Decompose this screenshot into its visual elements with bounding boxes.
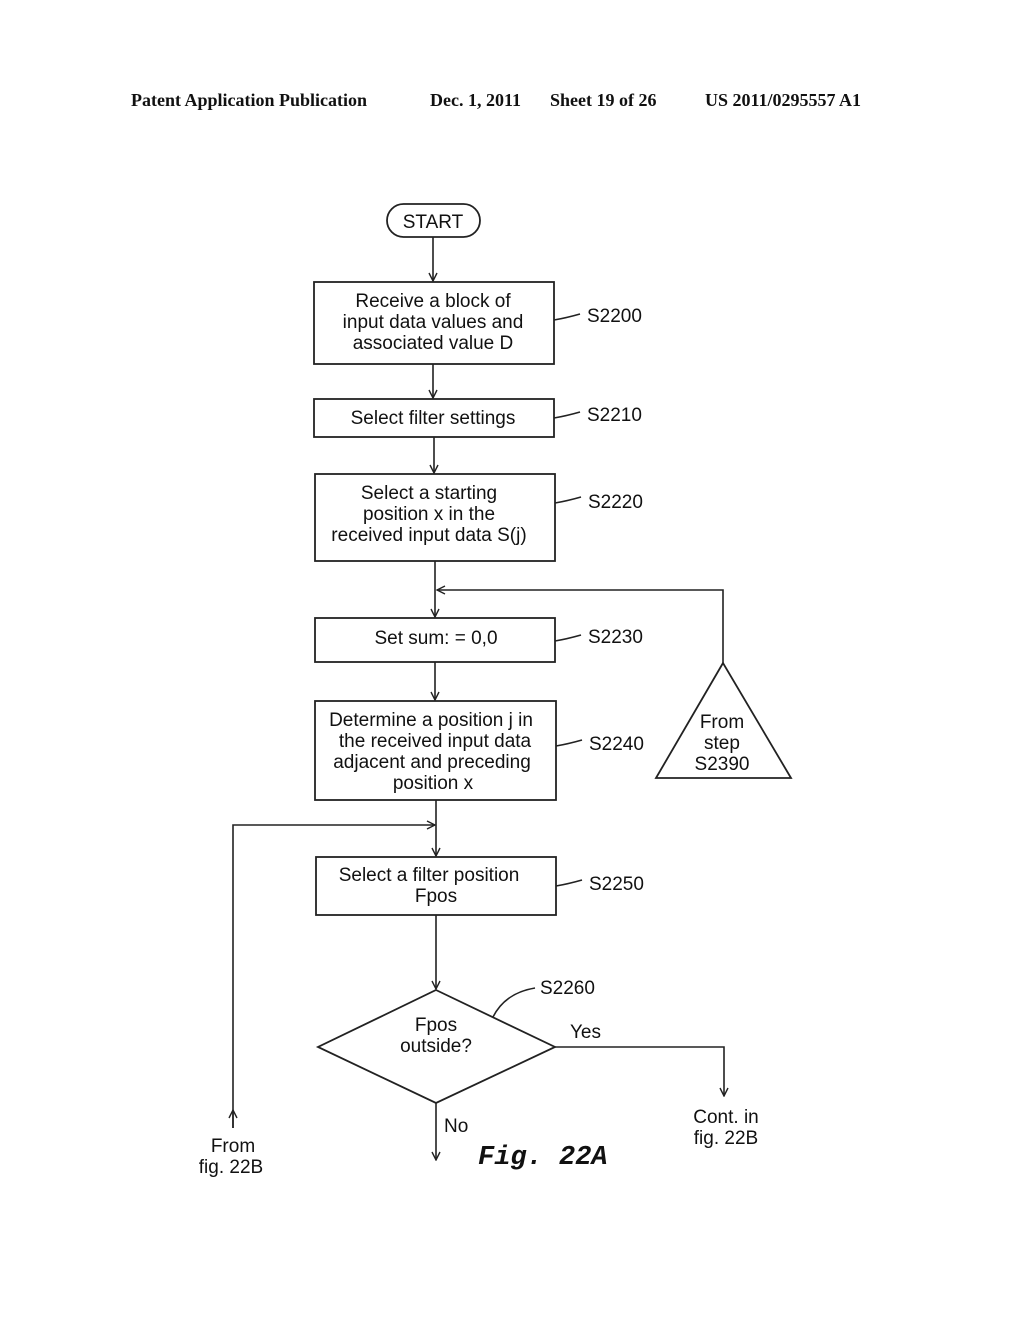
yes-label: Yes — [570, 1022, 601, 1043]
flowchart: START Receive a block of input data valu… — [199, 203, 793, 1178]
connector-text: S2390 — [695, 754, 750, 775]
step-text: Set sum: = 0,0 — [374, 628, 497, 649]
start-terminal: START — [386, 203, 481, 238]
step-id: S2200 — [587, 306, 642, 327]
step-id: S2210 — [587, 405, 642, 426]
connector-text: From — [700, 712, 744, 733]
from-ref-text: From — [211, 1136, 255, 1157]
step-text: adjacent and preceding — [333, 752, 531, 773]
step-text: Select a starting — [361, 483, 497, 504]
figure-label: Fig. 22A — [478, 1143, 608, 1173]
step-text: Determine a position j in — [329, 710, 533, 731]
step-text: input data values and — [343, 312, 524, 333]
step-id: S2230 — [588, 627, 643, 648]
decision-id: S2260 — [540, 978, 595, 999]
step-text: Receive a block of — [355, 291, 511, 312]
step-s2250: Select a filter position Fpos S2250 — [315, 856, 644, 916]
step-id: S2220 — [588, 492, 643, 513]
arrow-yes — [555, 1046, 724, 1096]
from-ref-text: fig. 22B — [199, 1157, 263, 1178]
decision-text: Fpos — [415, 1015, 457, 1036]
step-s2210: Select filter settings S2210 — [313, 398, 642, 438]
step-s2220: Select a starting position x in the rece… — [314, 473, 643, 562]
step-s2230: Set sum: = 0,0 S2230 — [314, 617, 643, 663]
step-text: associated value D — [353, 333, 514, 354]
decision-text: outside? — [400, 1036, 472, 1057]
decision-s2260: Fpos outside? S2260 — [315, 978, 595, 1104]
step-text: Select filter settings — [351, 408, 516, 429]
step-s2200: Receive a block of input data values and… — [313, 281, 642, 365]
cont-ref-text: Cont. in — [693, 1107, 758, 1128]
step-text: Fpos — [415, 886, 457, 907]
start-label: START — [403, 212, 464, 233]
connector-from-s2390: From step S2390 — [654, 661, 793, 779]
step-text: position x — [393, 773, 474, 794]
step-text: position x in the — [363, 504, 495, 525]
step-text: Select a filter position — [339, 865, 520, 886]
step-text: received input data S(j) — [331, 525, 526, 546]
cont-ref-text: fig. 22B — [694, 1128, 758, 1149]
step-id: S2250 — [589, 874, 644, 895]
step-text: the received input data — [339, 731, 532, 752]
no-label: No — [444, 1116, 468, 1137]
connector-text: step — [704, 733, 740, 754]
step-id: S2240 — [589, 734, 644, 755]
step-s2240: Determine a position j in the received i… — [314, 700, 644, 801]
